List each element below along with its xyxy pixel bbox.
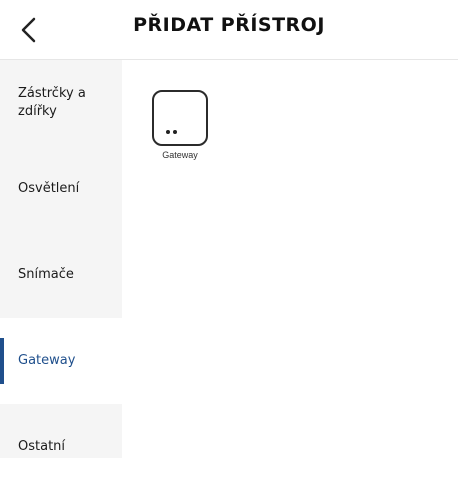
active-indicator xyxy=(0,338,4,384)
indicator-dot xyxy=(173,130,177,134)
sidebar-item-other[interactable]: Ostatní xyxy=(0,404,122,490)
app-header: PŘIDAT PŘÍSTROJ xyxy=(0,0,458,60)
gateway-device-icon xyxy=(152,90,208,146)
sidebar-item-label: Snímače xyxy=(18,267,74,282)
category-sidebar: Zástrčky a zdířky Osvětlení Snímače Gate… xyxy=(0,60,122,458)
sidebar-item-sensors[interactable]: Snímače xyxy=(0,232,122,318)
page-title: PŘIDAT PŘÍSTROJ xyxy=(133,14,325,36)
sidebar-item-label: Zástrčky a zdířky xyxy=(18,86,86,119)
sidebar-item-plugs[interactable]: Zástrčky a zdířky xyxy=(0,60,122,146)
device-tile-gateway[interactable]: Gateway xyxy=(150,90,210,160)
device-label: Gateway xyxy=(162,150,198,160)
sidebar-item-lighting[interactable]: Osvětlení xyxy=(0,146,122,232)
sidebar-item-label: Ostatní xyxy=(18,439,66,454)
sidebar-item-gateway[interactable]: Gateway xyxy=(0,318,122,404)
indicator-dot xyxy=(166,130,170,134)
sidebar-item-label: Gateway xyxy=(18,353,76,368)
device-grid: Gateway xyxy=(122,60,458,458)
sidebar-item-label: Osvětlení xyxy=(18,181,80,196)
